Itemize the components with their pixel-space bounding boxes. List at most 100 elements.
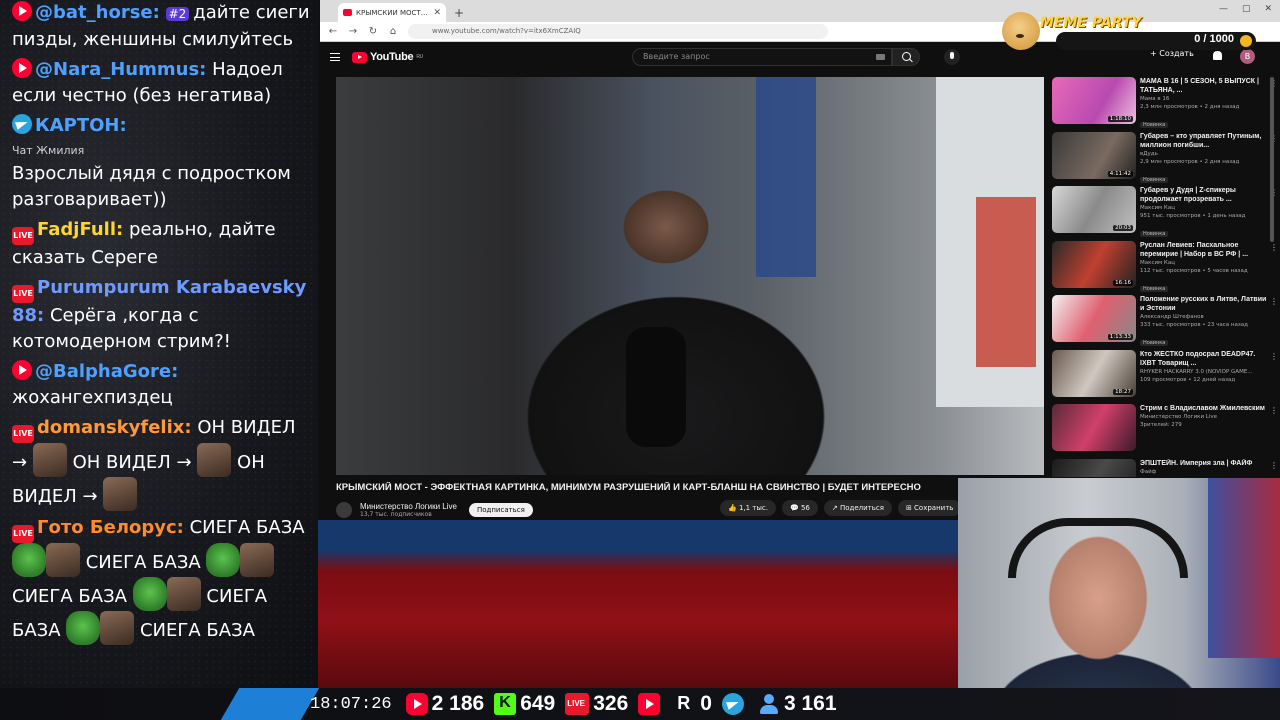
youtube-badge-icon [12, 1, 32, 21]
recommendation-thumbnail[interactable]: 1:18:10 [1052, 77, 1136, 124]
recommendation-channel[interactable]: Максим Кац [1140, 259, 1270, 267]
recommendation-channel[interactable]: Файф [1140, 468, 1270, 476]
video-player[interactable] [336, 77, 1044, 475]
recommendation-title[interactable]: Губарев – кто управляет Путиным, миллион… [1140, 132, 1270, 150]
more-options-icon[interactable]: ⋮ [1270, 406, 1278, 415]
recommendation-channel[interactable]: вДудь [1140, 150, 1270, 158]
more-options-icon[interactable]: ⋮ [1270, 243, 1278, 252]
browser-tab-youtube[interactable]: КРЫМСКИЙ МОСТ - ЭФФЕКТН... ✕ [338, 3, 446, 22]
new-badge: Новинка [1140, 176, 1169, 183]
recommendation-title[interactable]: МАМА В 16 | 5 СЕЗОН, 5 ВЫПУСК | ТАТЬЯНА,… [1140, 77, 1270, 95]
recommendations-list: 1:18:10 МАМА В 16 | 5 СЕЗОН, 5 ВЫПУСК | Т… [1052, 77, 1278, 477]
frog-emote-icon [12, 543, 46, 577]
recommendation-item[interactable]: ЭПШТЕЙН. Империя зла | ФАЙФ Файф ⋮ [1052, 458, 1278, 477]
reload-button[interactable]: ↻ [368, 26, 378, 37]
share-label: Поделиться [839, 504, 884, 512]
recommendation-channel[interactable]: RHYKER HACKARRY 3.0 (NOVIOP GAME... [1140, 368, 1270, 376]
recommendation-title[interactable]: Положение русских в Литве, Латвии и Эсто… [1140, 295, 1270, 313]
kick-viewer-count: 649 [520, 692, 556, 715]
share-button[interactable]: ↗ Поделиться [823, 500, 892, 516]
recommendation-title[interactable]: Стрим с Владиславом Жмилевским [1140, 404, 1270, 413]
chat-username[interactable]: domanskyfelix: [37, 417, 192, 438]
recommendation-item[interactable]: 4:11:42 Губарев – кто управляет Путиным, … [1052, 131, 1278, 187]
recommendation-thumbnail[interactable]: 4:11:42 [1052, 131, 1136, 179]
recommendation-thumbnail[interactable]: 18:27 [1052, 349, 1136, 397]
keyboard-icon[interactable] [876, 54, 885, 60]
chat-username[interactable]: @Nara_Hummus: [35, 59, 206, 80]
logo-region: RU [416, 54, 423, 60]
recommendation-thumbnail[interactable]: 20:03 [1052, 186, 1136, 233]
chat-emote-icon [103, 477, 138, 511]
video-duration: 4:11:42 [1107, 170, 1133, 177]
video-frame-microphone [626, 327, 686, 447]
chat-username[interactable]: FadjFull: [37, 219, 123, 240]
recommendation-item[interactable]: 1:18:10 МАМА В 16 | 5 СЕЗОН, 5 ВЫПУСК | Т… [1052, 77, 1278, 132]
channel-avatar[interactable] [336, 502, 352, 518]
youtube-logo[interactable]: YouTube RU [352, 51, 423, 63]
recommendation-meta: 109 просмотров • 12 дней назад [1140, 376, 1236, 383]
recommendation-title[interactable]: Губарев у Дудя | Z-спикеры продолжает пр… [1140, 186, 1270, 204]
scrollbar[interactable] [1270, 77, 1274, 242]
chat-message: LIVE Гото Белорус: СИЕГА БАЗА СИЕГА БАЗА … [0, 515, 318, 645]
recommendation-info: Стрим с Владиславом Жмилевским Министерст… [1140, 404, 1270, 459]
recommendation-title[interactable]: Руслан Левиев: Пасхальное перемирие | На… [1140, 241, 1270, 259]
recommendation-info: МАМА В 16 | 5 СЕЗОН, 5 ВЫПУСК | ТАТЬЯНА,… [1140, 77, 1270, 132]
coin-icon [1240, 35, 1252, 47]
chat-username[interactable]: @BalphaGore: [35, 361, 178, 382]
recommendation-title[interactable]: ЭПШТЕЙН. Империя зла | ФАЙФ [1140, 459, 1270, 468]
channel-info: Министерство Логики Live 13,7 тыс. подпи… [360, 502, 457, 518]
recommendation-meta: 2,3 млн просмотров • 2 дня назад [1140, 104, 1240, 110]
video-duration: 1:18:10 [1107, 116, 1133, 122]
new-badge: Новинка [1140, 285, 1169, 292]
recommendation-item[interactable]: Стрим с Владиславом Жмилевским Министерст… [1052, 404, 1278, 459]
voice-search-icon[interactable] [944, 49, 960, 65]
comments-button[interactable]: 💬 56 [782, 500, 818, 516]
youtube-viewer-count: 2 186 [431, 692, 485, 715]
search-button[interactable] [892, 48, 920, 66]
chat-text: СИЕГА БАЗА [12, 586, 127, 607]
recommendation-thumbnail[interactable] [1052, 404, 1136, 451]
more-options-icon[interactable]: ⋮ [1270, 461, 1278, 470]
recommendation-channel[interactable]: Министерство Логики Live [1140, 413, 1270, 421]
new-tab-button[interactable]: + [454, 6, 464, 20]
recommendation-thumbnail[interactable] [1052, 458, 1136, 477]
more-options-icon[interactable]: ⋮ [1270, 352, 1278, 361]
stream-chat: @bat_horse: #2 дайте сиеги пизды, женшины… [0, 0, 318, 690]
r-platform-icon [674, 693, 696, 715]
chat-username[interactable]: @bat_horse: [35, 2, 160, 23]
recommendation-channel[interactable]: Александр Штефанов [1140, 313, 1270, 321]
video-duration: 1:13:33 [1107, 334, 1133, 340]
recommendation-channel[interactable]: Максим Кац [1140, 204, 1270, 212]
recommendation-title[interactable]: Кто ЖЕСТКО подосрал DEADP47. IXBT Товари… [1140, 350, 1270, 368]
menu-icon[interactable] [330, 53, 340, 61]
home-button[interactable]: ⌂ [388, 26, 398, 37]
more-options-icon[interactable]: ⋮ [1270, 297, 1278, 306]
chat-username[interactable]: Гото Белорус: [37, 517, 184, 538]
recommendation-item[interactable]: 20:03 Губарев у Дудя | Z-спикеры продолжа… [1052, 186, 1278, 241]
recommendation-item[interactable]: 1:13:33 Положение русских в Литве, Латвии… [1052, 295, 1278, 350]
recommendation-thumbnail[interactable]: 1:13:33 [1052, 295, 1136, 342]
recommendation-channel[interactable]: Мама в 16 [1140, 95, 1270, 103]
channel-name[interactable]: Министерство Логики Live [360, 502, 457, 511]
youtube-favicon-icon [343, 9, 352, 16]
recommendation-thumbnail[interactable]: 16:16 [1052, 240, 1136, 288]
logo-text: YouTube [370, 51, 414, 63]
subscribe-button[interactable]: Подписаться [468, 503, 533, 517]
vk-live-badge-icon: LIVE [12, 425, 34, 443]
recommendation-item[interactable]: 18:27 Кто ЖЕСТКО подосрал DEADP47. IXBT Т… [1052, 349, 1278, 405]
forward-button[interactable]: → [348, 26, 358, 37]
like-button[interactable]: 👍 1,1 тыс. [720, 500, 776, 516]
stream-screen: @bat_horse: #2 дайте сиеги пизды, женшины… [0, 0, 1280, 720]
save-button[interactable]: ⊞ Сохранить [897, 500, 962, 516]
like-count: 1,1 тыс. [738, 504, 768, 512]
chat-username[interactable]: КАРТОН: [35, 115, 127, 136]
search-input[interactable]: Введите запрос [632, 48, 892, 66]
close-tab-icon[interactable]: ✕ [433, 8, 441, 18]
url-field[interactable]: www.youtube.com/watch?v=itx6XmCZAIQ [408, 24, 828, 39]
back-button[interactable]: ← [328, 26, 338, 37]
close-window-button[interactable]: ✕ [1264, 4, 1272, 14]
recommendation-item[interactable]: 16:16 Руслан Левиев: Пасхальное перемирие… [1052, 240, 1278, 296]
notifications-bell-icon[interactable] [1213, 51, 1222, 60]
face-emote-icon [166, 577, 201, 611]
vk-live-icon [565, 693, 590, 716]
